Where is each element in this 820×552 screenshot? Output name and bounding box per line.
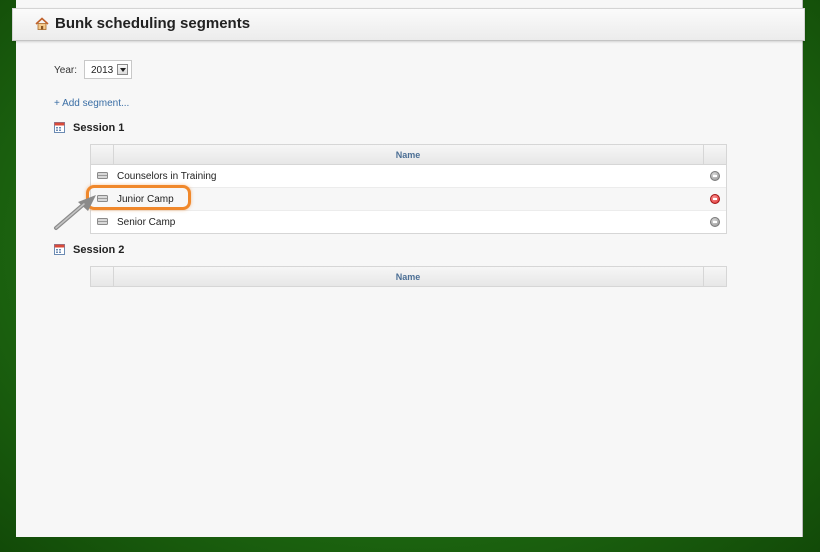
header-icon-cell — [91, 267, 114, 286]
remove-icon[interactable] — [710, 194, 720, 204]
column-header-name[interactable]: Name — [113, 272, 703, 282]
calendar-icon — [54, 244, 65, 255]
table-header: Name — [91, 145, 726, 165]
table-header: Name — [91, 267, 726, 286]
table-row[interactable]: Counselors in Training — [91, 165, 726, 188]
remove-icon[interactable] — [710, 171, 720, 181]
year-select[interactable]: 2013 — [84, 60, 132, 79]
year-label: Year: — [54, 65, 77, 76]
chevron-down-icon[interactable] — [117, 64, 128, 75]
column-header-name[interactable]: Name — [113, 150, 703, 160]
home-icon — [35, 17, 49, 30]
page-title: Bunk scheduling segments — [55, 15, 251, 32]
header-icon-cell — [91, 145, 114, 164]
pointer-arrow-icon — [54, 195, 96, 230]
remove-icon[interactable] — [710, 217, 720, 227]
header-action-cell — [703, 267, 726, 286]
session-label: Session 1 — [73, 122, 125, 134]
calendar-icon — [54, 122, 65, 133]
highlight-callout — [86, 185, 191, 210]
segment-name[interactable]: Counselors in Training — [117, 171, 217, 182]
segments-table: Name — [90, 266, 727, 287]
header-action-cell — [703, 145, 726, 164]
session-label: Session 2 — [73, 244, 125, 256]
year-value: 2013 — [91, 65, 114, 76]
table-row[interactable]: Senior Camp — [91, 211, 726, 233]
page-header: Bunk scheduling segments — [12, 8, 805, 41]
segment-name[interactable]: Senior Camp — [117, 217, 175, 228]
bunk-icon — [97, 172, 108, 179]
add-segment-link[interactable]: + Add segment... — [54, 98, 129, 109]
